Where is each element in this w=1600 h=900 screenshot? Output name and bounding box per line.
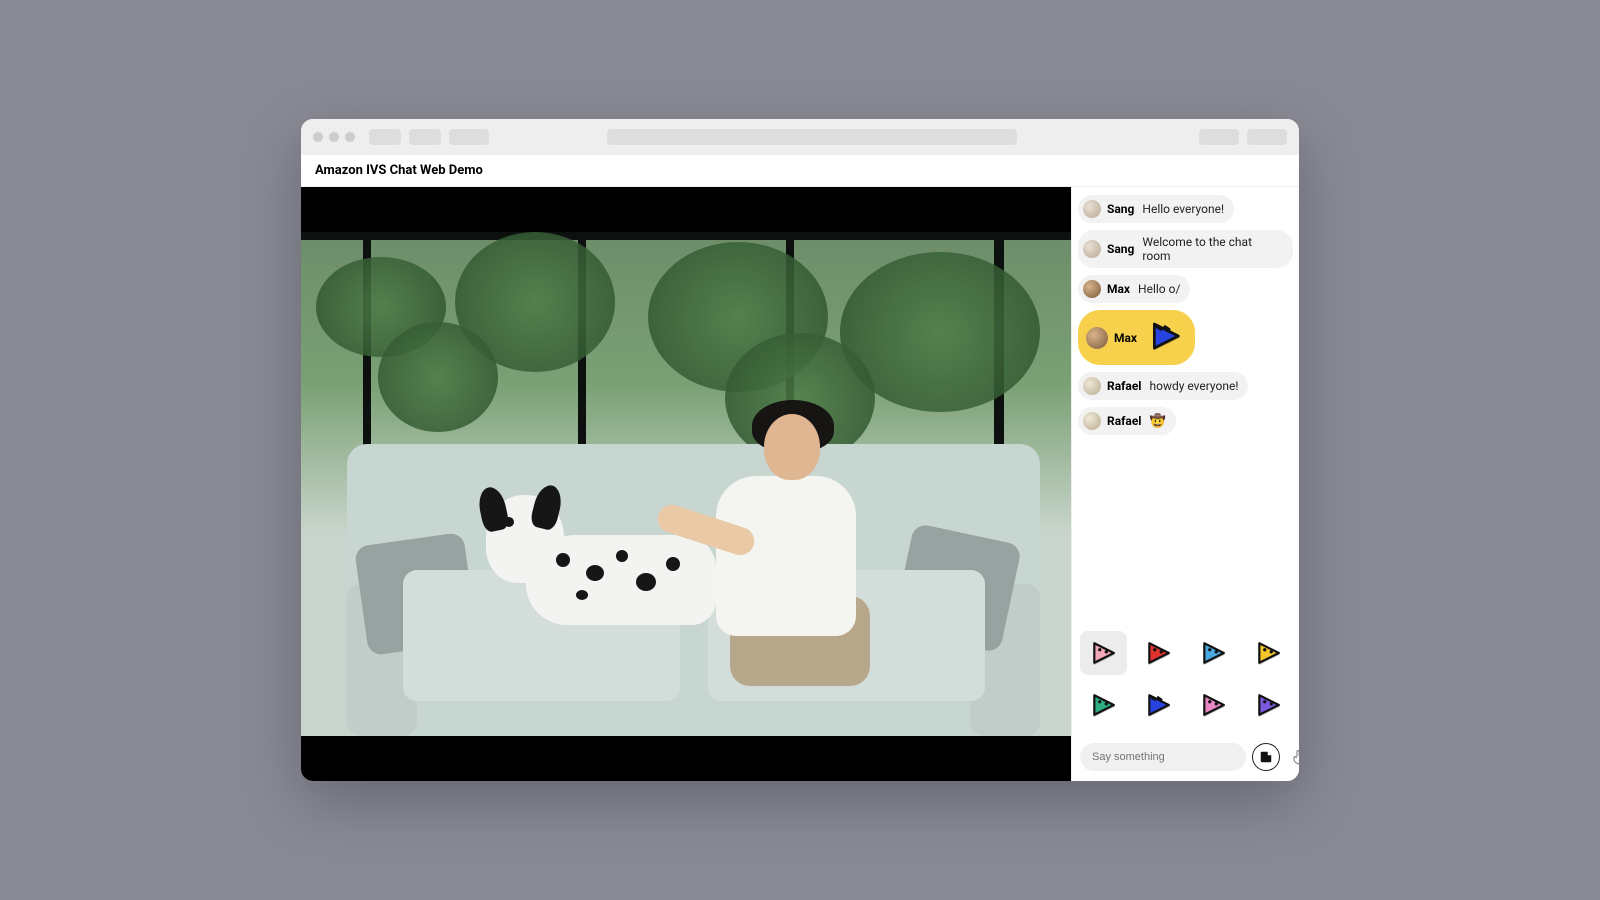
sticker-option-red[interactable] xyxy=(1135,631,1182,675)
browser-action-placeholder xyxy=(1199,129,1239,145)
traffic-light-close-icon[interactable] xyxy=(313,132,323,142)
chat-message: Rafael 🤠 xyxy=(1078,407,1176,435)
chat-text: howdy everyone! xyxy=(1149,379,1238,393)
video-frame xyxy=(301,232,1071,737)
chat-text: Hello o/ xyxy=(1138,282,1180,296)
address-bar-placeholder[interactable] xyxy=(607,129,1017,145)
sticker-option-blue-cool[interactable] xyxy=(1135,683,1182,727)
avatar xyxy=(1083,377,1101,395)
chat-message: Sang Welcome to the chat room xyxy=(1078,230,1293,268)
sticker-icon xyxy=(1259,750,1273,764)
sticker-option-purple[interactable] xyxy=(1244,683,1291,727)
browser-tab-placeholder xyxy=(369,129,401,145)
chat-message: Sang Hello everyone! xyxy=(1078,195,1234,223)
app-content: Sang Hello everyone! Sang Welcome to the ch… xyxy=(301,187,1299,781)
chat-message: Max xyxy=(1078,310,1195,365)
chat-composer xyxy=(1072,737,1299,781)
sticker-option-pink2[interactable] xyxy=(1190,683,1237,727)
sticker-option-skyblue[interactable] xyxy=(1190,631,1237,675)
traffic-light-max-icon[interactable] xyxy=(345,132,355,142)
avatar xyxy=(1086,327,1108,349)
chat-input[interactable] xyxy=(1080,743,1246,771)
chat-emoji: 🤠 xyxy=(1149,414,1165,429)
page-title: Amazon IVS Chat Web Demo xyxy=(315,163,483,178)
chat-username: Rafael xyxy=(1107,414,1141,428)
video-player[interactable] xyxy=(301,187,1071,781)
chat-text: Welcome to the chat room xyxy=(1142,235,1283,263)
chat-username: Sang xyxy=(1107,242,1134,256)
avatar xyxy=(1083,280,1101,298)
browser-chrome xyxy=(301,119,1299,155)
chat-text: Hello everyone! xyxy=(1142,202,1224,216)
app-header: Amazon IVS Chat Web Demo xyxy=(301,155,1299,187)
raise-hand-icon xyxy=(1291,748,1299,766)
browser-window: Amazon IVS Chat Web Demo xyxy=(301,119,1299,781)
browser-tab-placeholder xyxy=(449,129,489,145)
avatar xyxy=(1083,412,1101,430)
chat-messages: Sang Hello everyone! Sang Welcome to the ch… xyxy=(1072,187,1299,625)
sticker-tray xyxy=(1072,625,1299,737)
sticker-option-teal[interactable] xyxy=(1080,683,1127,727)
raise-hand-button[interactable] xyxy=(1286,743,1299,771)
chat-sticker-icon xyxy=(1149,320,1181,355)
chat-username: Sang xyxy=(1107,202,1134,216)
browser-action-placeholder xyxy=(1247,129,1287,145)
sticker-option-yellow[interactable] xyxy=(1244,631,1291,675)
chat-username: Max xyxy=(1107,282,1130,296)
chat-username: Rafael xyxy=(1107,379,1141,393)
chat-message: Max Hello o/ xyxy=(1078,275,1190,303)
browser-tab-placeholder xyxy=(409,129,441,145)
traffic-lights xyxy=(313,132,355,142)
chat-username: Max xyxy=(1114,331,1137,345)
chat-panel: Sang Hello everyone! Sang Welcome to the ch… xyxy=(1071,187,1299,781)
sticker-option-pink[interactable] xyxy=(1080,631,1127,675)
traffic-light-min-icon[interactable] xyxy=(329,132,339,142)
avatar xyxy=(1083,240,1101,258)
avatar xyxy=(1083,200,1101,218)
sticker-button[interactable] xyxy=(1252,743,1280,771)
chat-message: Rafael howdy everyone! xyxy=(1078,372,1248,400)
